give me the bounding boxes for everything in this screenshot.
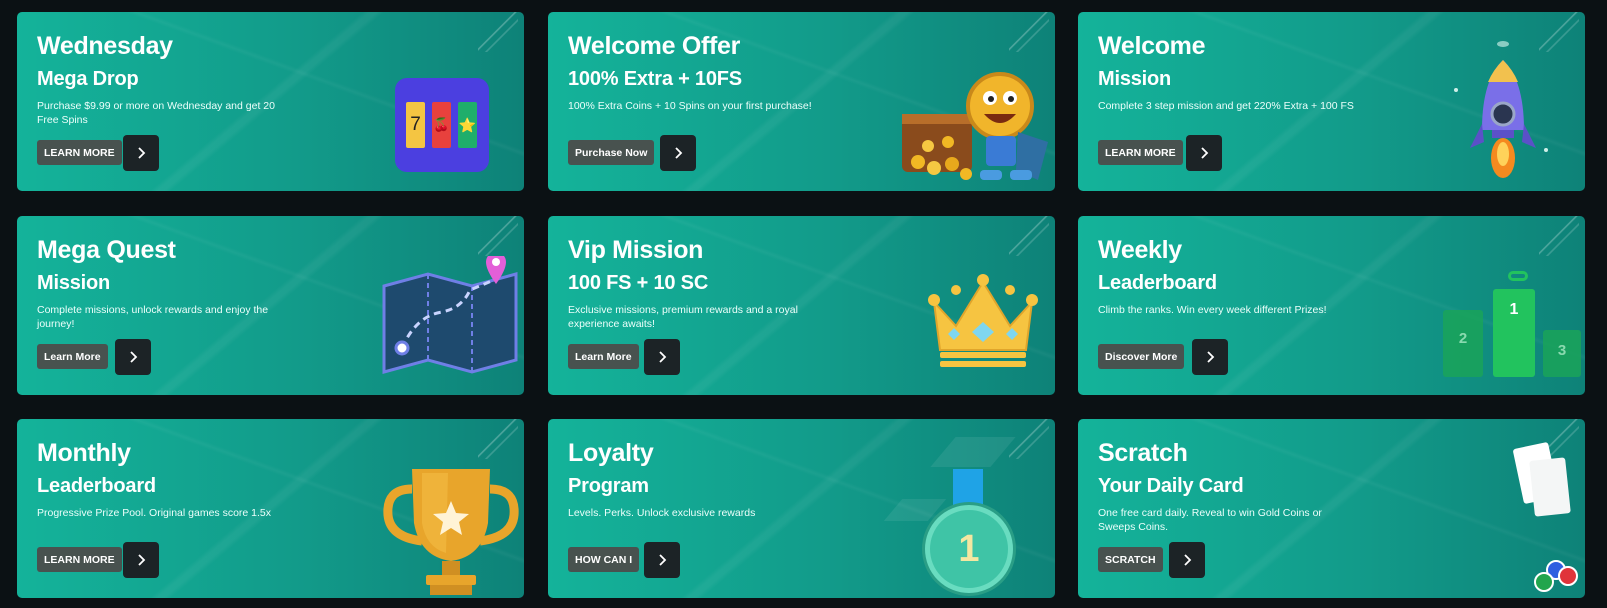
card-subtitle: Leaderboard (1098, 272, 1217, 294)
learn-more-button[interactable]: LEARN MORE (1098, 140, 1183, 165)
promo-card-scratch[interactable]: Scratch Your Daily Card One free card da… (1078, 419, 1585, 598)
learn-more-button[interactable]: Learn More (568, 344, 639, 369)
promo-card-vip-mission[interactable]: Vip Mission 100 FS + 10 SC Exclusive mis… (548, 216, 1055, 395)
crown-icon (928, 274, 1038, 367)
coin-mascot-chest-icon (902, 72, 1048, 180)
scratch-button[interactable]: SCRATCH (1098, 547, 1163, 572)
card-subtitle: 100% Extra + 10FS (568, 68, 742, 90)
card-title: Mega Quest (37, 236, 176, 264)
card-subtitle: Mega Drop (37, 68, 139, 90)
card-title: Welcome (1098, 32, 1206, 60)
how-can-i-button[interactable]: HOW CAN I (568, 547, 640, 572)
card-description: Climb the ranks. Win every week differen… (1098, 304, 1327, 316)
card-description: Complete 3 step mission and get 220% Ext… (1098, 100, 1354, 112)
card-stripe-decoration (478, 12, 518, 52)
podium-icon: 1 2 3 (1443, 271, 1583, 395)
map-icon (382, 256, 518, 374)
learn-more-button[interactable]: LEARN MORE (37, 140, 122, 165)
slot-reel-3: ⭐ (458, 102, 477, 148)
card-title: Welcome Offer (568, 32, 741, 60)
trophy-cup-icon (1508, 271, 1528, 281)
promo-card-mega-quest[interactable]: Mega Quest Mission Complete missions, un… (17, 216, 524, 395)
diamond-shape (930, 437, 1016, 467)
discover-more-button[interactable]: Discover More (1098, 344, 1185, 369)
chevron-right-icon[interactable] (644, 542, 680, 578)
slot-reel-1: 7 (406, 102, 425, 148)
chevron-right-icon[interactable] (115, 339, 151, 375)
card-subtitle: Leaderboard (37, 475, 156, 497)
card-description: Complete missions, unlock rewards and en… (37, 304, 269, 330)
card-description: Purchase $9.99 or more on Wednesday and … (37, 100, 275, 126)
promo-card-welcome-mission[interactable]: Welcome Mission Complete 3 step mission … (1078, 12, 1585, 191)
slot-machine-icon: 7 🍒 ⭐ (395, 78, 489, 172)
promo-card-welcome-offer[interactable]: Welcome Offer 100% Extra + 10FS 100% Ext… (548, 12, 1055, 191)
rocket-icon (1454, 41, 1548, 178)
card-title: Loyalty (568, 439, 654, 467)
card-subtitle: Mission (1098, 68, 1172, 90)
promo-card-monthly-leaderboard[interactable]: Monthly Leaderboard Progressive Prize Po… (17, 419, 524, 598)
card-description: Progressive Prize Pool. Original games s… (37, 507, 272, 519)
learn-more-button[interactable]: LEARN MORE (37, 547, 122, 572)
chevron-right-icon[interactable] (644, 339, 680, 375)
chevron-right-icon[interactable] (1169, 542, 1205, 578)
card-title: Scratch (1098, 439, 1188, 467)
chevron-right-icon[interactable] (660, 135, 696, 171)
chevron-right-icon[interactable] (123, 135, 159, 171)
card-stripe-decoration (1009, 216, 1049, 256)
card-subtitle: 100 FS + 10 SC (568, 272, 709, 294)
podium-first: 1 (1493, 289, 1535, 377)
purchase-now-button[interactable]: Purchase Now (568, 140, 655, 165)
card-title: Vip Mission (568, 236, 704, 264)
card-stripe-decoration (1009, 12, 1049, 52)
card-subtitle: Program (568, 475, 649, 497)
card-description: Exclusive missions, premium rewards and … (568, 304, 798, 330)
chevron-right-icon[interactable] (1192, 339, 1228, 375)
medal-icon: 1 (883, 437, 1043, 598)
trophy-icon (383, 469, 519, 595)
chevron-right-icon[interactable] (1186, 135, 1222, 171)
card-stripe-decoration (1539, 216, 1579, 256)
chevron-right-icon[interactable] (123, 542, 159, 578)
card-description: Levels. Perks. Unlock exclusive rewards (568, 507, 756, 519)
slot-reel-2: 🍒 (432, 102, 451, 148)
card-subtitle: Mission (37, 272, 111, 294)
card-description: One free card daily. Reveal to win Gold … (1098, 507, 1322, 533)
card-title: Wednesday (37, 32, 173, 60)
card-stripe-decoration (478, 216, 518, 256)
card-title: Monthly (37, 439, 131, 467)
podium-third: 3 (1543, 330, 1581, 377)
promo-card-weekly-leaderboard[interactable]: Weekly Leaderboard Climb the ranks. Win … (1078, 216, 1585, 395)
card-title: Weekly (1098, 236, 1182, 264)
medal-disc: 1 (925, 505, 1013, 593)
podium-second: 2 (1443, 310, 1483, 377)
promo-card-loyalty-program[interactable]: Loyalty Program Levels. Perks. Unlock ex… (548, 419, 1055, 598)
scratch-cards-icon (1513, 442, 1578, 592)
promo-card-wednesday[interactable]: Wednesday Mega Drop Purchase $9.99 or mo… (17, 12, 524, 191)
card-subtitle: Your Daily Card (1098, 475, 1244, 497)
learn-more-button[interactable]: Learn More (37, 344, 108, 369)
card-stripe-decoration (478, 419, 518, 459)
card-description: 100% Extra Coins + 10 Spins on your firs… (568, 100, 812, 112)
